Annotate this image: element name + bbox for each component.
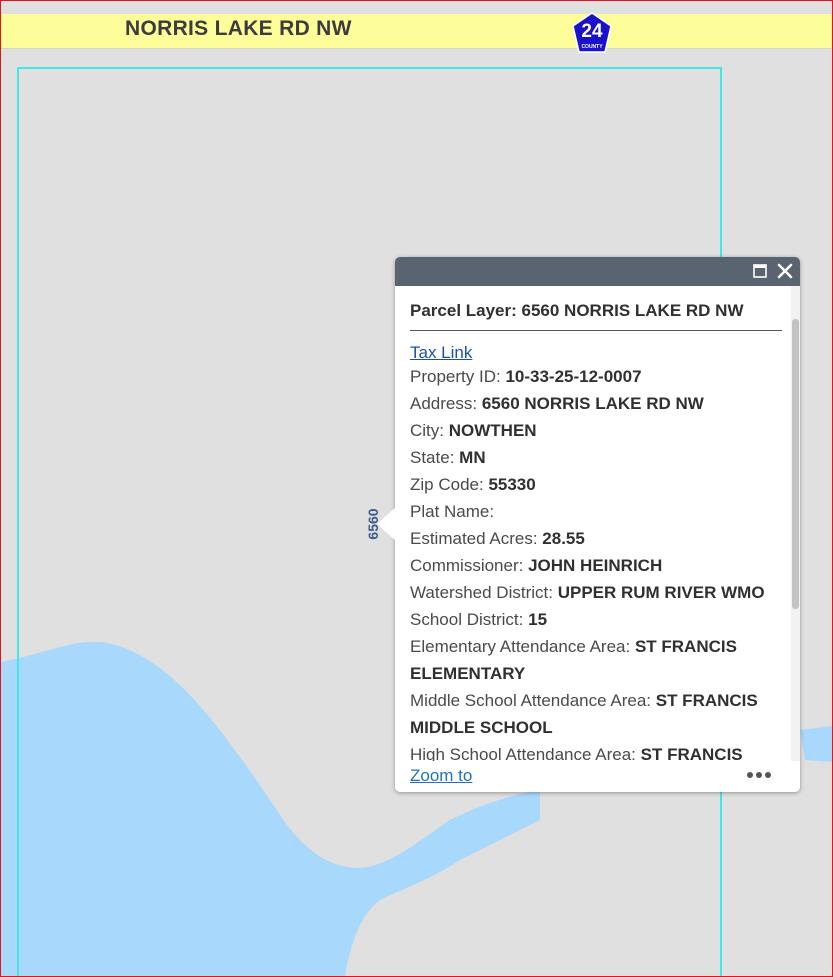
popup-title: Parcel Layer: 6560 NORRIS LAKE RD NW [410, 301, 782, 331]
attribute-label: Plat Name: [410, 502, 495, 521]
attribute-label: Middle School Attendance Area: [410, 691, 651, 710]
attribute-label: Commissioner: [410, 556, 524, 575]
attribute-label: School District: [410, 610, 524, 629]
map-view[interactable]: NORRIS LAKE RD NW 24 COUNTY 6560 Parcel … [0, 0, 833, 977]
attribute-label: High School Attendance Area: [410, 745, 636, 761]
attribute-list: Property ID: 10-33-25-12-0007 Address: 65… [410, 363, 791, 761]
attribute-row: School District: 15 [410, 606, 782, 633]
attribute-label: Zip Code: [410, 475, 484, 494]
tax-link[interactable]: Tax Link [410, 343, 472, 363]
attribute-row: Elementary Attendance Area: ST FRANCIS E… [410, 633, 782, 687]
shield-number: 24 [581, 21, 603, 42]
attribute-value: ST FRANCIS [640, 745, 743, 761]
close-icon[interactable] [775, 261, 795, 281]
attribute-row: Property ID: 10-33-25-12-0007 [410, 363, 782, 390]
attribute-row: Estimated Acres: 28.55 [410, 525, 782, 552]
attribute-value: 55330 [488, 475, 536, 494]
attribute-row: Plat Name: [410, 498, 782, 525]
road-label: NORRIS LAKE RD NW [125, 17, 352, 40]
popup-content[interactable]: Parcel Layer: 6560 NORRIS LAKE RD NW Tax… [395, 286, 791, 761]
attribute-row: Address: 6560 NORRIS LAKE RD NW [410, 390, 782, 417]
attribute-row: City: NOWTHEN [410, 417, 782, 444]
maximize-icon[interactable] [753, 264, 767, 278]
attribute-label: State: [410, 448, 455, 467]
attribute-value: NOWTHEN [448, 421, 537, 440]
attribute-label: Estimated Acres: [410, 529, 538, 548]
zoom-to-link[interactable]: Zoom to [410, 766, 472, 786]
attribute-label: Address: [410, 394, 478, 413]
attribute-label: City: [410, 421, 444, 440]
attribute-row: Watershed District: UPPER RUM RIVER WMO [410, 579, 782, 606]
attribute-value: MN [459, 448, 486, 467]
attribute-row: Zip Code: 55330 [410, 471, 782, 498]
attribute-row: Commissioner: JOHN HEINRICH [410, 552, 782, 579]
attribute-row: State: MN [410, 444, 782, 471]
attribute-value: 6560 NORRIS LAKE RD NW [481, 394, 704, 413]
shield-text: COUNTY [581, 44, 603, 50]
attribute-row: Middle School Attendance Area: ST FRANCI… [410, 687, 782, 741]
attribute-value: UPPER RUM RIVER WMO [557, 583, 765, 602]
scrollbar-thumb[interactable] [792, 319, 799, 609]
attribute-value: 28.55 [542, 529, 585, 548]
parcel-popup: Parcel Layer: 6560 NORRIS LAKE RD NW Tax… [395, 257, 800, 792]
popup-pointer [377, 507, 396, 541]
attribute-value: 15 [528, 610, 548, 629]
popup-scrollbar[interactable] [791, 286, 800, 761]
popup-footer: Zoom to [395, 761, 800, 792]
attribute-row: High School Attendance Area: ST FRANCIS [410, 741, 782, 761]
attribute-value: JOHN HEINRICH [528, 556, 663, 575]
attribute-label: Watershed District: [410, 583, 553, 602]
more-options-icon[interactable] [746, 769, 772, 781]
attribute-label: Elementary Attendance Area: [410, 637, 631, 656]
popup-header [395, 257, 800, 286]
attribute-value: 10-33-25-12-0007 [505, 367, 642, 386]
attribute-label: Property ID: [410, 367, 501, 386]
